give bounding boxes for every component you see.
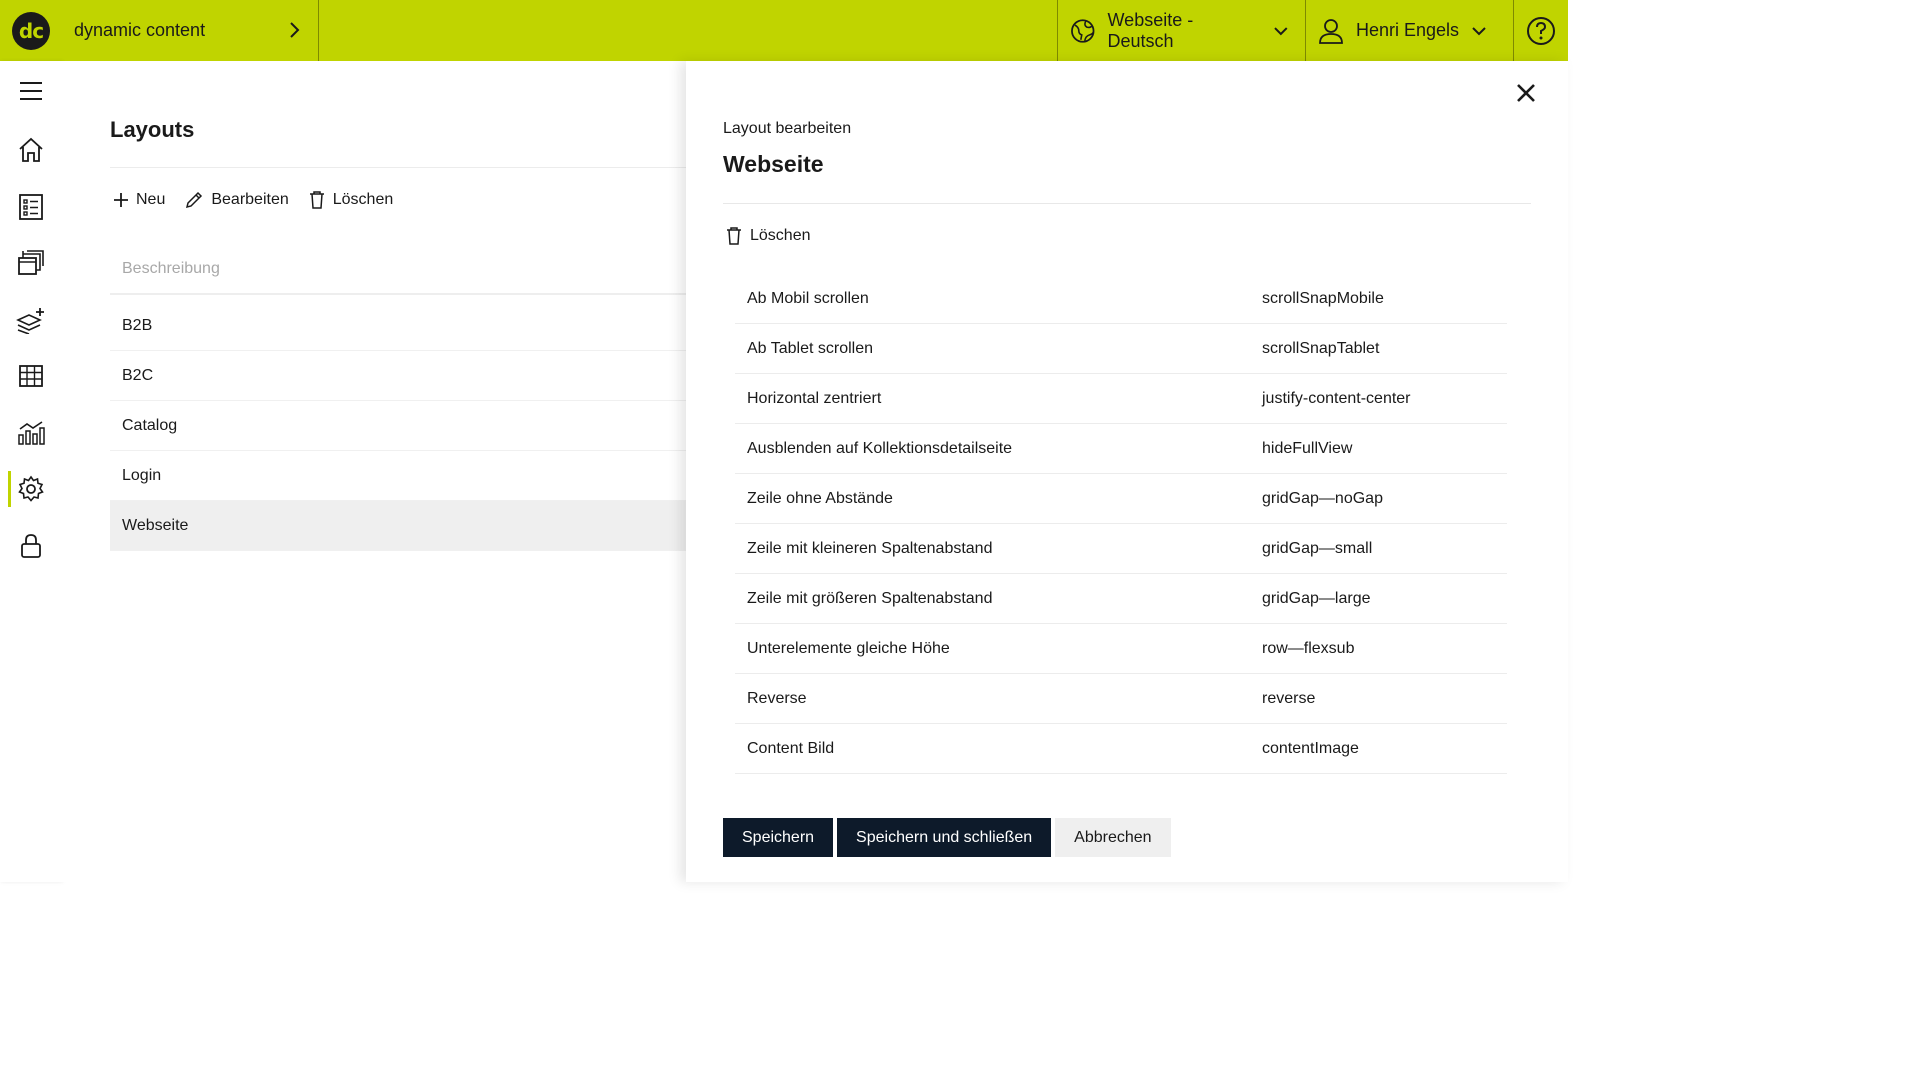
user-icon — [1319, 18, 1343, 44]
list-item[interactable]: B2C — [110, 351, 686, 401]
top-bar-spacer — [319, 0, 1057, 61]
divider — [723, 203, 1531, 204]
property-label: Ab Tablet scrollen — [747, 339, 873, 357]
action-buttons: Speichern Speichern und schließen Abbrec… — [723, 818, 1171, 857]
chevron-right-icon — [290, 22, 300, 38]
table-row[interactable]: Unterelemente gleiche Höhe row—flexsub — [735, 624, 1507, 674]
menu-icon[interactable] — [16, 76, 46, 106]
globe-icon — [1071, 18, 1095, 43]
save-button[interactable]: Speichern — [723, 818, 834, 857]
grid-icon[interactable] — [16, 361, 46, 391]
user-name: Henri Engels — [1356, 20, 1460, 40]
column-header-description[interactable]: Beschreibung — [110, 245, 686, 295]
table-row[interactable]: Horizontal zentriert justify-content-cent… — [735, 374, 1507, 424]
list-item[interactable]: B2B — [110, 301, 686, 351]
page-title: Layouts — [110, 117, 195, 142]
list-item[interactable]: Catalog — [110, 401, 686, 451]
properties-table: Ab Mobil scrollen scrollSnapMobile Ab Tab… — [735, 274, 1507, 774]
layouts-list: B2B B2C Catalog Login Webseite — [110, 301, 686, 551]
home-icon[interactable] — [16, 135, 46, 165]
panel-delete-button[interactable]: Löschen — [726, 227, 811, 245]
user-menu[interactable]: Henri Engels — [1305, 0, 1513, 61]
table-row[interactable]: Zeile mit größeren Spaltenabstand gridGap… — [735, 574, 1507, 624]
property-label: Ab Mobil scrollen — [747, 289, 869, 307]
table-row[interactable]: Ab Tablet scrollen scrollSnapTablet — [735, 324, 1507, 374]
close-icon[interactable] — [1514, 81, 1538, 105]
property-label: Unterelemente gleiche Höhe — [747, 639, 950, 657]
property-value: row—flexsub — [1262, 639, 1355, 657]
property-value: gridGap—small — [1262, 539, 1373, 557]
table-row[interactable]: Ab Mobil scrollen scrollSnapMobile — [735, 274, 1507, 324]
property-value: gridGap—large — [1262, 589, 1371, 607]
panel-delete-label: Löschen — [750, 227, 811, 244]
toolbar: Neu Bearbeiten Löschen — [114, 191, 413, 209]
windows-icon[interactable] — [16, 248, 46, 278]
app-logo: dc — [12, 11, 50, 50]
delete-button-label: Löschen — [332, 191, 394, 208]
table-row[interactable]: Zeile ohne Abstände gridGap—noGap — [735, 474, 1507, 524]
property-value: justify-content-center — [1262, 389, 1411, 407]
analytics-icon[interactable] — [16, 417, 46, 447]
list-icon[interactable] — [16, 192, 46, 222]
property-label: Zeile mit größeren Spaltenabstand — [747, 589, 993, 607]
property-value: scrollSnapTablet — [1262, 339, 1380, 357]
gear-icon[interactable] — [16, 474, 46, 504]
property-label: Ausblenden auf Kollektionsdetailseite — [747, 439, 1013, 457]
language-label: Webseite - Deutsch — [1107, 9, 1194, 51]
trash-icon — [727, 227, 741, 245]
help-button[interactable] — [1513, 0, 1568, 61]
list-item[interactable]: Login — [110, 451, 686, 501]
property-value: scrollSnapMobile — [1262, 289, 1384, 307]
new-button[interactable]: Neu — [114, 191, 165, 209]
edit-button-label: Bearbeiten — [211, 191, 289, 208]
app-name: dynamic content — [74, 20, 206, 40]
chevron-down-icon — [1274, 26, 1288, 35]
edit-layout-panel: Layout bearbeiten Webseite Löschen Ab Mo… — [686, 61, 1568, 882]
table-row[interactable]: Content Bild contentImage — [735, 724, 1507, 774]
layers-add-icon[interactable] — [16, 305, 46, 335]
layouts-page: Layouts Neu Bearbeiten Löschen Beschreib… — [62, 61, 686, 882]
cancel-button[interactable]: Abbrechen — [1055, 818, 1171, 857]
sidebar — [0, 61, 62, 882]
language-selector[interactable]: Webseite - Deutsch — [1057, 0, 1305, 61]
edit-button[interactable]: Bearbeiten — [185, 191, 289, 209]
table-row[interactable]: Ausblenden auf Kollektionsdetailseite hid… — [735, 424, 1507, 474]
pencil-icon — [186, 191, 203, 209]
plus-icon — [114, 193, 128, 207]
trash-icon — [309, 191, 324, 209]
property-label: Zeile mit kleineren Spaltenabstand — [747, 539, 993, 557]
new-button-label: Neu — [136, 191, 166, 208]
chevron-down-icon — [1472, 26, 1486, 35]
delete-button[interactable]: Löschen — [309, 191, 394, 209]
property-label: Content Bild — [747, 739, 835, 757]
panel-subtitle: Layout bearbeiten — [723, 120, 852, 137]
panel-title: Webseite — [723, 151, 824, 177]
property-label: Reverse — [747, 689, 807, 707]
table-row[interactable]: Zeile mit kleineren Spaltenabstand gridGa… — [735, 524, 1507, 574]
property-value: reverse — [1262, 689, 1316, 707]
divider — [110, 167, 686, 168]
sidebar-active-indicator — [8, 471, 11, 507]
app-switcher[interactable]: dc dynamic content — [0, 0, 319, 61]
property-value: contentImage — [1262, 739, 1359, 757]
lock-icon[interactable] — [16, 531, 46, 561]
save-and-close-button[interactable]: Speichern und schließen — [837, 818, 1052, 857]
property-value: hideFullView — [1262, 439, 1353, 457]
help-icon — [1527, 16, 1555, 45]
table-row[interactable]: Reverse reverse — [735, 674, 1507, 724]
property-label: Horizontal zentriert — [747, 389, 882, 407]
list-item-selected[interactable]: Webseite — [110, 501, 686, 551]
property-label: Zeile ohne Abstände — [747, 489, 893, 507]
top-bar: dc dynamic content Webseite - Deutsch He… — [0, 0, 1568, 61]
property-value: gridGap—noGap — [1262, 489, 1383, 507]
